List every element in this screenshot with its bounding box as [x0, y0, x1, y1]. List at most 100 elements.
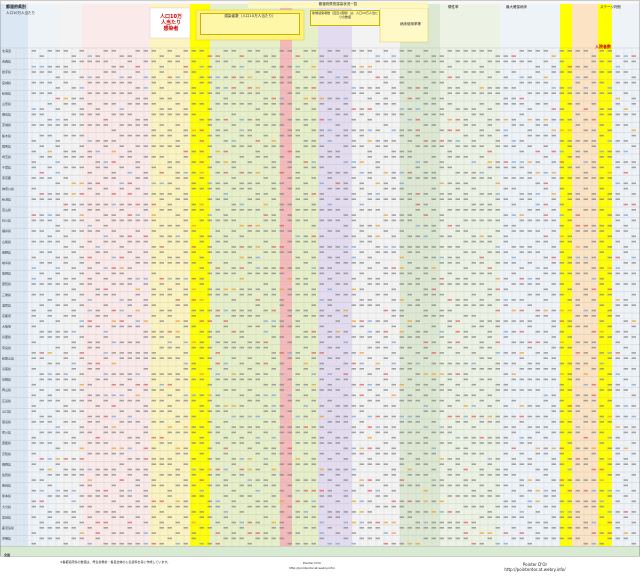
- cell-value[interactable]: [567, 256, 573, 259]
- cell-value[interactable]: [335, 421, 341, 423]
- cell-value[interactable]: [527, 60, 533, 63]
- cell-value[interactable]: [423, 346, 429, 349]
- cell-value[interactable]: [103, 542, 109, 545]
- cell-value[interactable]: [231, 251, 237, 253]
- cell-value[interactable]: [31, 267, 37, 269]
- cell-value[interactable]: [431, 389, 437, 391]
- cell-value[interactable]: [231, 50, 237, 52]
- cell-value[interactable]: [47, 442, 53, 444]
- cell-value[interactable]: [527, 209, 533, 211]
- cell-value[interactable]: [327, 246, 333, 248]
- cell-value[interactable]: [303, 161, 309, 163]
- cell-value[interactable]: [311, 224, 317, 227]
- cell-value[interactable]: [615, 383, 621, 386]
- cell-value[interactable]: [623, 246, 629, 248]
- cell-value[interactable]: [543, 368, 549, 370]
- cell-value[interactable]: [455, 283, 461, 285]
- cell-value[interactable]: [247, 87, 253, 89]
- cell-value[interactable]: [351, 452, 357, 455]
- cell-value[interactable]: [87, 267, 93, 269]
- cell-value[interactable]: [415, 277, 421, 280]
- cell-value[interactable]: [39, 177, 45, 179]
- cell-value[interactable]: [431, 399, 437, 402]
- cell-value[interactable]: [279, 267, 285, 269]
- cell-value[interactable]: [87, 140, 93, 142]
- cell-value[interactable]: [455, 209, 461, 211]
- cell-value[interactable]: [87, 452, 93, 455]
- cell-value[interactable]: [55, 463, 61, 465]
- cell-value[interactable]: [535, 330, 541, 333]
- cell-value[interactable]: [319, 219, 325, 222]
- cell-value[interactable]: [303, 251, 309, 253]
- cell-value[interactable]: [335, 246, 341, 248]
- cell-value[interactable]: [559, 511, 565, 513]
- cell-value[interactable]: [55, 489, 61, 492]
- cell-value[interactable]: [303, 442, 309, 444]
- cell-value[interactable]: [455, 156, 461, 158]
- cell-value[interactable]: [567, 405, 573, 407]
- cell-value[interactable]: [367, 277, 373, 280]
- cell-value[interactable]: [503, 161, 509, 163]
- cell-value[interactable]: [151, 352, 157, 354]
- cell-value[interactable]: [239, 362, 245, 365]
- cell-value[interactable]: [391, 187, 397, 190]
- cell-value[interactable]: [95, 124, 101, 126]
- cell-value[interactable]: [183, 516, 189, 518]
- cell-value[interactable]: [31, 463, 37, 465]
- cell-value[interactable]: [407, 171, 413, 174]
- cell-value[interactable]: [351, 489, 357, 492]
- cell-value[interactable]: [103, 330, 109, 333]
- cell-value[interactable]: [583, 293, 589, 296]
- cell-value[interactable]: [599, 224, 605, 227]
- cell-value[interactable]: [215, 426, 221, 428]
- cell-value[interactable]: [127, 156, 133, 158]
- cell-value[interactable]: [543, 521, 549, 524]
- cell-value[interactable]: [343, 246, 349, 248]
- cell-value[interactable]: [495, 495, 501, 497]
- cell-value[interactable]: [375, 129, 381, 132]
- cell-value[interactable]: [287, 352, 293, 354]
- cell-value[interactable]: [623, 113, 629, 116]
- cell-value[interactable]: [183, 81, 189, 84]
- cell-value[interactable]: [199, 405, 205, 407]
- cell-value[interactable]: [351, 71, 357, 73]
- cell-value[interactable]: [327, 230, 333, 232]
- cell-value[interactable]: [567, 320, 573, 322]
- cell-value[interactable]: [71, 516, 77, 518]
- cell-value[interactable]: [479, 103, 485, 105]
- cell-value[interactable]: [359, 352, 365, 354]
- cell-value[interactable]: [527, 500, 533, 503]
- cell-value[interactable]: [39, 108, 45, 110]
- cell-value[interactable]: [167, 60, 173, 63]
- cell-value[interactable]: [359, 405, 365, 407]
- cell-value[interactable]: [47, 373, 53, 375]
- cell-value[interactable]: [391, 447, 397, 450]
- cell-value[interactable]: [231, 474, 237, 476]
- cell-value[interactable]: [175, 55, 181, 57]
- cell-value[interactable]: [79, 97, 85, 100]
- cell-value[interactable]: [607, 357, 613, 359]
- cell-value[interactable]: [255, 378, 261, 381]
- cell-value[interactable]: [447, 156, 453, 158]
- cell-value[interactable]: [447, 235, 453, 238]
- cell-value[interactable]: [231, 521, 237, 524]
- cell-value[interactable]: [63, 156, 69, 158]
- cell-value[interactable]: [175, 474, 181, 476]
- cell-value[interactable]: [95, 452, 101, 455]
- cell-value[interactable]: [599, 442, 605, 444]
- cell-value[interactable]: [607, 352, 613, 354]
- cell-value[interactable]: [479, 256, 485, 259]
- cell-value[interactable]: [47, 537, 53, 540]
- cell-value[interactable]: [263, 516, 269, 518]
- cell-value[interactable]: [87, 224, 93, 227]
- cell-value[interactable]: [583, 436, 589, 439]
- cell-value[interactable]: [551, 325, 557, 328]
- cell-value[interactable]: [607, 87, 613, 89]
- cell-value[interactable]: [495, 92, 501, 94]
- cell-value[interactable]: [399, 357, 405, 359]
- cell-value[interactable]: [79, 50, 85, 52]
- cell-value[interactable]: [463, 468, 469, 471]
- cell-value[interactable]: [231, 113, 237, 116]
- cell-value[interactable]: [303, 103, 309, 105]
- cell-value[interactable]: [103, 224, 109, 227]
